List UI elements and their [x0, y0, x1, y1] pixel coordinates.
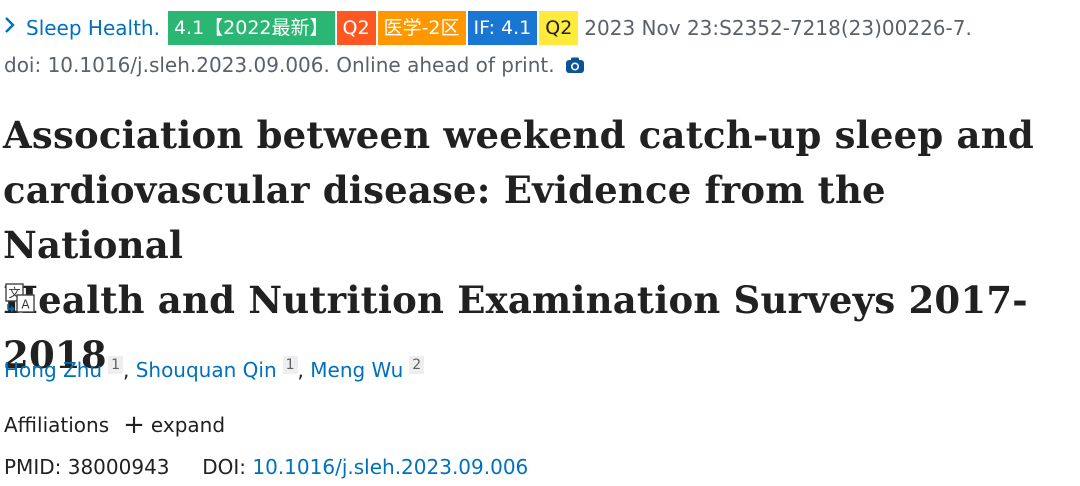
- author-list: Hong Zhu 1, Shouquan Qin 1, Meng Wu 2: [4, 356, 425, 382]
- translate-icon[interactable]: 文 A: [4, 282, 36, 314]
- author-link[interactable]: Meng Wu: [310, 358, 403, 382]
- cas-zone-badge: 医学-2区: [377, 11, 466, 45]
- citation-line: Sleep Health. 4.1【2022最新】 Q2 医学-2区 IF: 4…: [4, 11, 972, 45]
- identifiers-row: PMID: 38000943 DOI: 10.1016/j.sleh.2023.…: [4, 455, 528, 479]
- affiliations-row: Affiliations + expand: [4, 412, 225, 438]
- author-link[interactable]: Hong Zhu: [4, 358, 102, 382]
- doi-text: doi: 10.1016/j.sleh.2023.09.006. Online …: [4, 53, 555, 77]
- doi-line: doi: 10.1016/j.sleh.2023.09.006. Online …: [4, 50, 585, 80]
- affiliation-ref[interactable]: 2: [409, 356, 425, 374]
- quartile-badge: Q2: [336, 11, 376, 45]
- affiliation-ref[interactable]: 1: [108, 356, 123, 374]
- pmid-value: 38000943: [67, 455, 170, 479]
- article-title: Association between weekend catch-up sle…: [3, 108, 1079, 383]
- impact-factor-badge: 4.1【2022最新】: [167, 11, 335, 45]
- pmid-label: PMID:: [4, 455, 62, 479]
- doi-label: DOI:: [202, 455, 247, 479]
- chevron-right-icon[interactable]: [4, 15, 20, 39]
- publication-date: 2023 Nov 23:S2352-7218(23)00226-7.: [584, 16, 972, 40]
- doi-link[interactable]: 10.1016/j.sleh.2023.09.006: [252, 455, 528, 479]
- camera-icon[interactable]: [565, 55, 585, 75]
- affiliations-label: Affiliations: [4, 413, 110, 437]
- svg-text:A: A: [21, 298, 30, 312]
- author-link[interactable]: Shouquan Qin: [136, 358, 277, 382]
- journal-link[interactable]: Sleep Health.: [26, 16, 160, 40]
- article-header: Sleep Health. 4.1【2022最新】 Q2 医学-2区 IF: 4…: [0, 0, 1080, 486]
- author-separator: ,: [122, 358, 130, 382]
- title-line-1: Association between weekend catch-up sle…: [3, 113, 1034, 157]
- affiliation-ref[interactable]: 1: [282, 356, 298, 374]
- expand-button[interactable]: expand: [151, 413, 225, 437]
- author-separator: ,: [297, 358, 304, 382]
- if-badge: IF: 4.1: [467, 11, 538, 45]
- jcr-quartile-badge: Q2: [539, 11, 579, 45]
- title-line-2: cardiovascular disease: Evidence from th…: [3, 168, 886, 267]
- plus-icon[interactable]: +: [123, 412, 145, 438]
